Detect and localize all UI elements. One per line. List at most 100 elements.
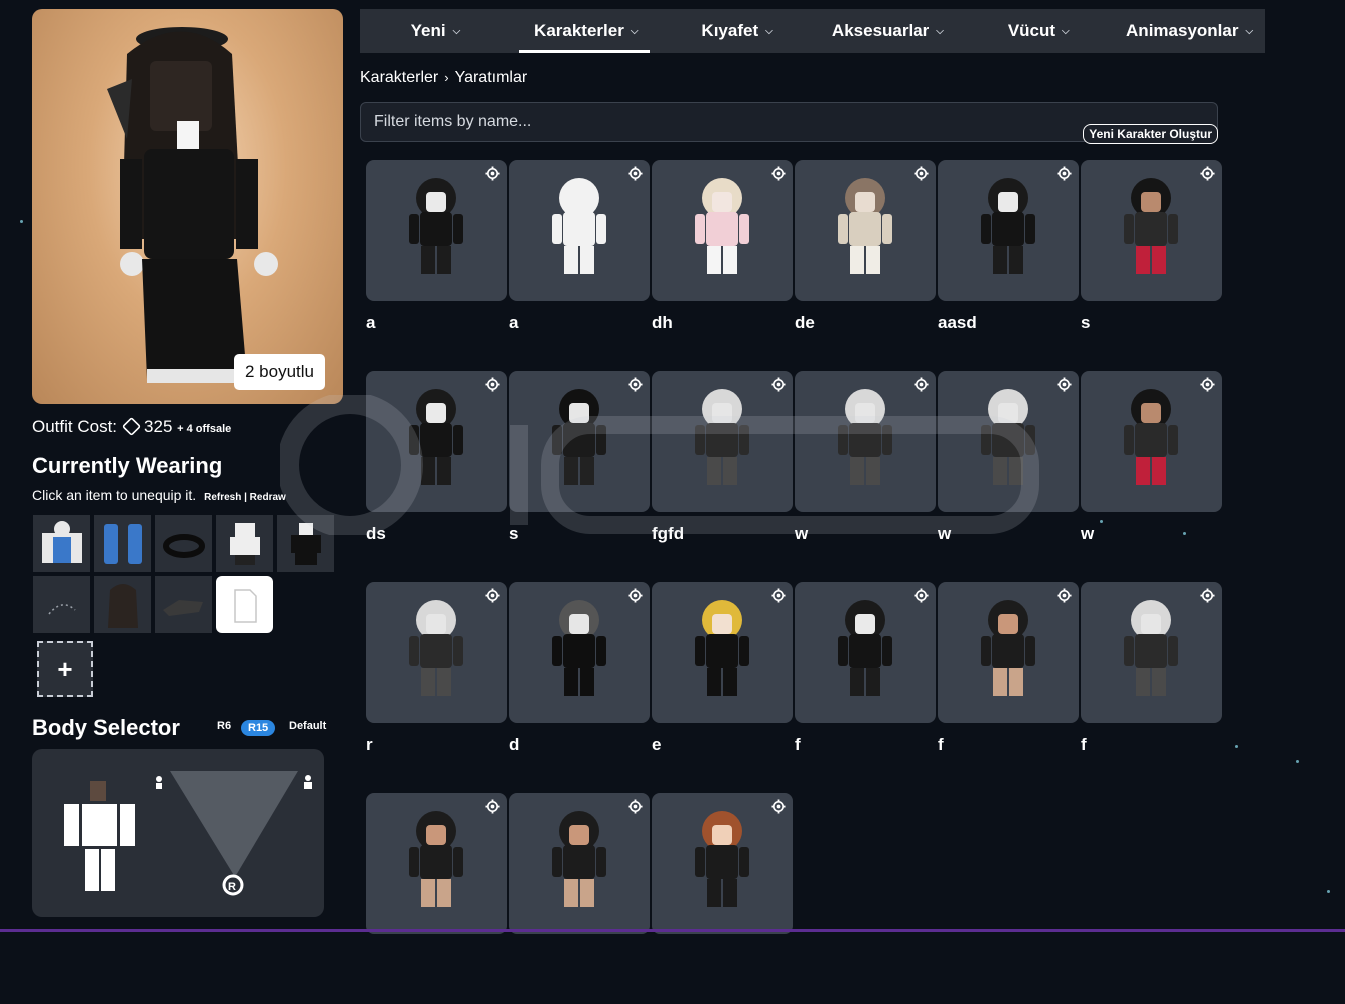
character-card[interactable]: dh bbox=[652, 160, 793, 371]
unequip-hint: Click an item to unequip it. Refresh | R… bbox=[32, 487, 286, 503]
body-selector-panel[interactable]: R bbox=[32, 749, 324, 917]
character-thumbnail[interactable] bbox=[795, 582, 936, 723]
gear-icon[interactable] bbox=[628, 377, 643, 392]
character-thumbnail[interactable] bbox=[1081, 582, 1222, 723]
character-thumbnail[interactable] bbox=[509, 793, 650, 934]
character-card[interactable] bbox=[366, 793, 507, 1004]
character-card[interactable]: w bbox=[938, 371, 1079, 582]
worn-item[interactable] bbox=[33, 515, 90, 572]
character-figure bbox=[409, 178, 463, 274]
gear-icon[interactable] bbox=[1200, 166, 1215, 181]
2d-toggle-button[interactable]: 2 boyutlu bbox=[234, 354, 325, 390]
character-card[interactable]: aasd bbox=[938, 160, 1079, 371]
tab-6[interactable]: Animasyonlar ⌵ bbox=[1114, 9, 1265, 53]
character-thumbnail[interactable] bbox=[652, 371, 793, 512]
character-card[interactable]: e bbox=[652, 582, 793, 793]
character-thumbnail[interactable] bbox=[795, 371, 936, 512]
refresh-redraw-link[interactable]: Refresh | Redraw bbox=[204, 492, 286, 503]
character-thumbnail[interactable] bbox=[652, 160, 793, 301]
gear-icon[interactable] bbox=[485, 166, 500, 181]
tab-label: Karakterler bbox=[534, 21, 624, 40]
worn-item[interactable] bbox=[33, 576, 90, 633]
character-card[interactable]: f bbox=[938, 582, 1079, 793]
character-thumbnail[interactable] bbox=[366, 793, 507, 934]
character-thumbnail[interactable] bbox=[509, 371, 650, 512]
filter-input[interactable] bbox=[374, 113, 1064, 131]
chevron-down-icon: ⌵ bbox=[1245, 25, 1254, 37]
character-figure bbox=[552, 811, 606, 907]
worn-item[interactable] bbox=[277, 515, 334, 572]
tab-1[interactable]: Yeni ⌵ bbox=[360, 9, 511, 53]
breadcrumb-parent[interactable]: Karakterler bbox=[360, 69, 438, 86]
gear-icon[interactable] bbox=[771, 799, 786, 814]
character-card[interactable]: s bbox=[509, 371, 650, 582]
rig-r15[interactable]: R15 bbox=[241, 720, 276, 736]
gear-icon[interactable] bbox=[914, 166, 929, 181]
gear-icon[interactable] bbox=[771, 166, 786, 181]
plus-icon: + bbox=[57, 653, 73, 684]
character-card[interactable]: f bbox=[1081, 582, 1222, 793]
character-card[interactable]: w bbox=[795, 371, 936, 582]
character-card[interactable]: fgfd bbox=[652, 371, 793, 582]
character-card[interactable]: a bbox=[366, 160, 507, 371]
character-card[interactable]: d bbox=[509, 582, 650, 793]
gear-icon[interactable] bbox=[628, 588, 643, 603]
gear-icon[interactable] bbox=[1200, 588, 1215, 603]
character-name: de bbox=[795, 313, 815, 332]
worn-item[interactable] bbox=[155, 515, 212, 572]
character-thumbnail[interactable] bbox=[938, 160, 1079, 301]
character-card[interactable]: r bbox=[366, 582, 507, 793]
character-thumbnail[interactable] bbox=[795, 160, 936, 301]
character-thumbnail[interactable] bbox=[652, 793, 793, 934]
gear-icon[interactable] bbox=[914, 377, 929, 392]
gear-icon[interactable] bbox=[1057, 377, 1072, 392]
character-card[interactable]: w bbox=[1081, 371, 1222, 582]
character-card[interactable]: s bbox=[1081, 160, 1222, 371]
character-card[interactable]: f bbox=[795, 582, 936, 793]
worn-item[interactable] bbox=[94, 576, 151, 633]
character-thumbnail[interactable] bbox=[509, 582, 650, 723]
rig-default[interactable]: Default bbox=[289, 720, 326, 732]
character-card[interactable]: de bbox=[795, 160, 936, 371]
character-figure bbox=[552, 389, 606, 485]
character-thumbnail[interactable] bbox=[366, 371, 507, 512]
tab-3[interactable]: Kıyafet ⌵ bbox=[662, 9, 813, 53]
character-thumbnail[interactable] bbox=[509, 160, 650, 301]
gear-icon[interactable] bbox=[771, 588, 786, 603]
gear-icon[interactable] bbox=[1200, 377, 1215, 392]
character-thumbnail[interactable] bbox=[938, 371, 1079, 512]
character-thumbnail[interactable] bbox=[652, 582, 793, 723]
worn-item[interactable] bbox=[216, 515, 273, 572]
character-thumbnail[interactable] bbox=[1081, 371, 1222, 512]
gear-icon[interactable] bbox=[628, 799, 643, 814]
worn-item[interactable] bbox=[216, 576, 273, 633]
gear-icon[interactable] bbox=[485, 377, 500, 392]
tab-2[interactable]: Karakterler ⌵ bbox=[511, 9, 662, 53]
character-card[interactable] bbox=[509, 793, 650, 1004]
character-thumbnail[interactable] bbox=[366, 582, 507, 723]
character-card[interactable]: ds bbox=[366, 371, 507, 582]
character-thumbnail[interactable] bbox=[366, 160, 507, 301]
avatar-preview: 2 boyutlu bbox=[32, 9, 343, 404]
gear-icon[interactable] bbox=[485, 799, 500, 814]
tab-4[interactable]: Aksesuarlar ⌵ bbox=[812, 9, 963, 53]
rig-r6[interactable]: R6 bbox=[217, 720, 231, 732]
chevron-down-icon: ⌵ bbox=[1062, 25, 1070, 37]
add-item-button[interactable]: + bbox=[37, 641, 93, 697]
character-thumbnail[interactable] bbox=[1081, 160, 1222, 301]
gear-icon[interactable] bbox=[485, 588, 500, 603]
character-figure bbox=[409, 600, 463, 696]
character-figure bbox=[838, 600, 892, 696]
worn-item[interactable] bbox=[94, 515, 151, 572]
character-card[interactable]: a bbox=[509, 160, 650, 371]
worn-item[interactable] bbox=[155, 576, 212, 633]
character-card[interactable] bbox=[652, 793, 793, 1004]
gear-icon[interactable] bbox=[628, 166, 643, 181]
gear-icon[interactable] bbox=[1057, 166, 1072, 181]
gear-icon[interactable] bbox=[771, 377, 786, 392]
gear-icon[interactable] bbox=[1057, 588, 1072, 603]
tab-5[interactable]: Vücut ⌵ bbox=[963, 9, 1114, 53]
gear-icon[interactable] bbox=[914, 588, 929, 603]
new-character-button[interactable]: Yeni Karakter Oluştur bbox=[1083, 124, 1218, 144]
character-thumbnail[interactable] bbox=[938, 582, 1079, 723]
